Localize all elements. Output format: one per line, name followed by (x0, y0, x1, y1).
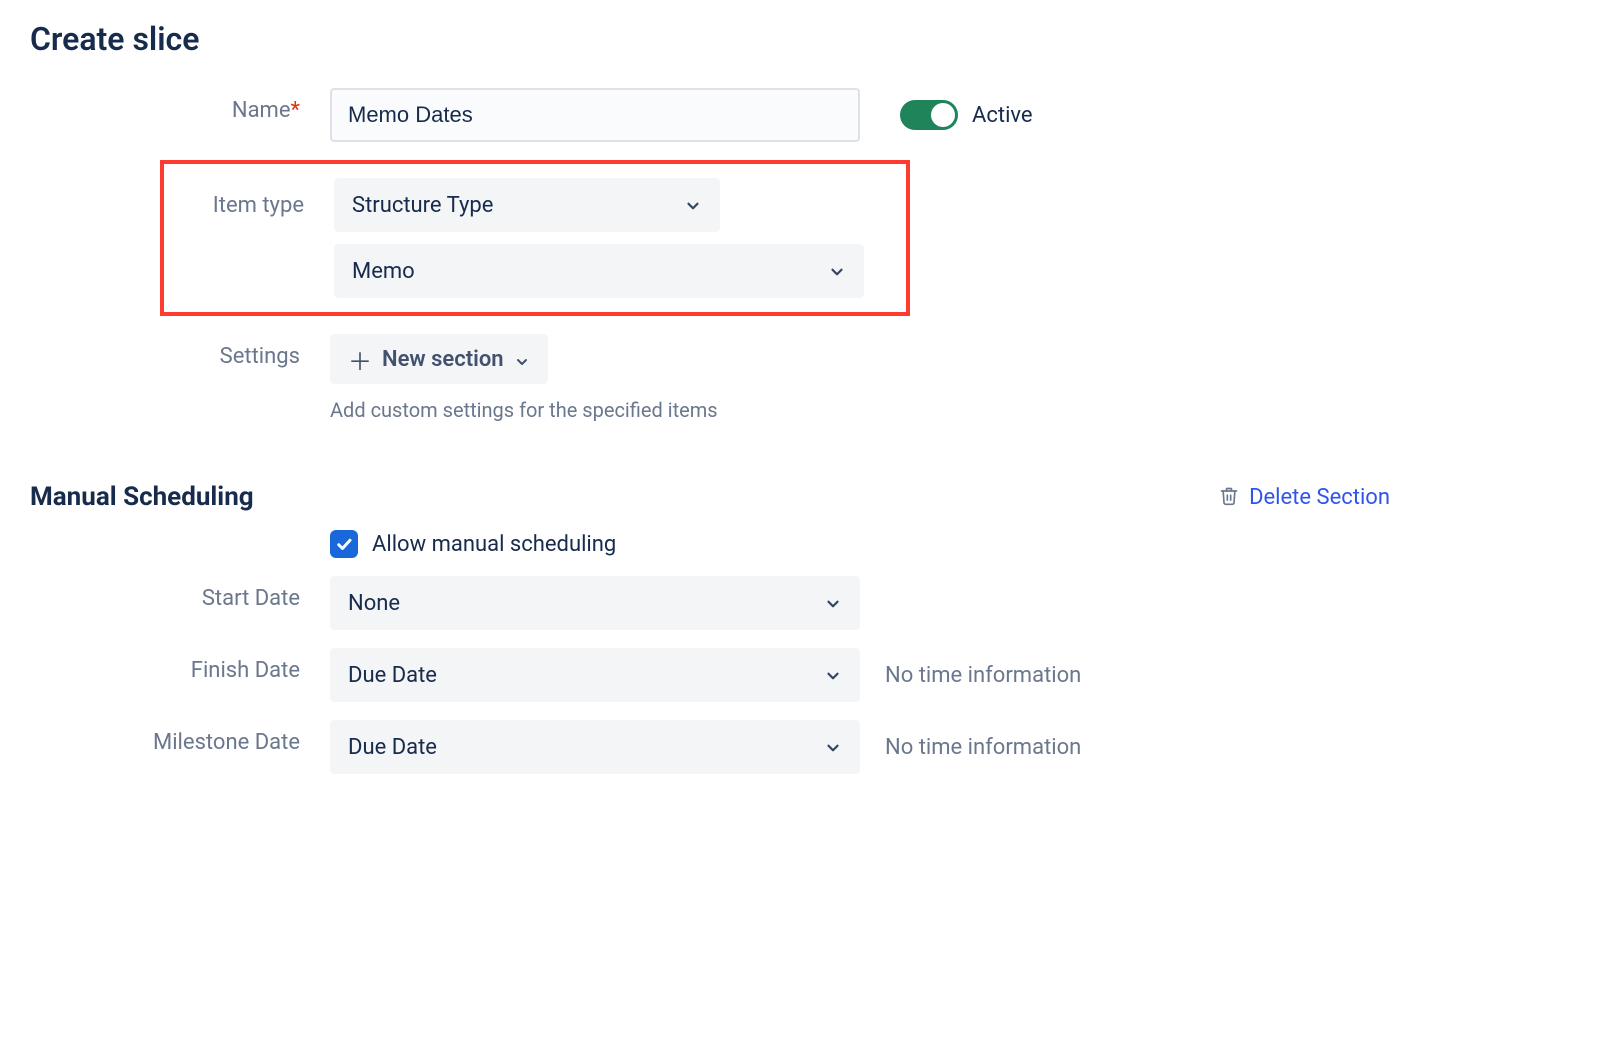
name-input[interactable] (330, 88, 860, 142)
start-date-select[interactable]: None (330, 576, 860, 630)
chevron-down-icon (514, 351, 530, 367)
start-date-label: Start Date (30, 576, 330, 611)
settings-label: Settings (30, 334, 330, 369)
active-label: Active (972, 103, 1033, 128)
finish-date-label: Finish Date (30, 648, 330, 683)
chevron-down-icon (824, 594, 842, 612)
chevron-down-icon (824, 738, 842, 756)
finish-date-row: Finish Date Due Date No time information (30, 648, 1390, 702)
milestone-date-info: No time information (885, 735, 1081, 760)
toggle-knob (931, 103, 955, 127)
finish-date-info: No time information (885, 663, 1081, 688)
allow-manual-label: Allow manual scheduling (372, 532, 616, 557)
delete-section-link[interactable]: Delete Section (1219, 485, 1390, 510)
new-section-button[interactable]: ＋ New section (330, 334, 548, 384)
active-toggle[interactable] (900, 100, 958, 130)
settings-row: Settings ＋ New section Add custom settin… (30, 334, 1390, 422)
page-title: Create slice (30, 20, 1390, 58)
allow-manual-row: Allow manual scheduling (30, 530, 1390, 558)
milestone-date-label: Milestone Date (30, 720, 330, 755)
chevron-down-icon (828, 262, 846, 280)
item-type-category-select[interactable]: Structure Type (334, 178, 720, 232)
section-header: Manual Scheduling Delete Section (30, 482, 1390, 512)
item-type-label: Item type (164, 193, 334, 218)
item-type-value: Memo (352, 259, 415, 284)
trash-icon (1219, 486, 1239, 508)
item-type-highlight: Item type Structure Type Memo (160, 160, 910, 316)
plus-icon: ＋ (348, 342, 372, 377)
name-row: Name* Active (30, 88, 1390, 142)
start-date-value: None (348, 591, 400, 616)
allow-manual-checkbox[interactable] (330, 530, 358, 558)
item-type-value-select[interactable]: Memo (334, 244, 864, 298)
finish-date-value: Due Date (348, 663, 437, 688)
delete-section-label: Delete Section (1249, 485, 1390, 510)
start-date-row: Start Date None (30, 576, 1390, 630)
milestone-date-select[interactable]: Due Date (330, 720, 860, 774)
name-label: Name* (30, 88, 330, 123)
chevron-down-icon (684, 196, 702, 214)
milestone-date-row: Milestone Date Due Date No time informat… (30, 720, 1390, 774)
chevron-down-icon (824, 666, 842, 684)
settings-helper: Add custom settings for the specified it… (330, 398, 718, 422)
finish-date-select[interactable]: Due Date (330, 648, 860, 702)
manual-scheduling-title: Manual Scheduling (30, 482, 254, 512)
required-star: * (291, 98, 300, 123)
milestone-date-value: Due Date (348, 735, 437, 760)
item-type-category-value: Structure Type (352, 193, 493, 218)
new-section-label: New section (382, 347, 504, 372)
